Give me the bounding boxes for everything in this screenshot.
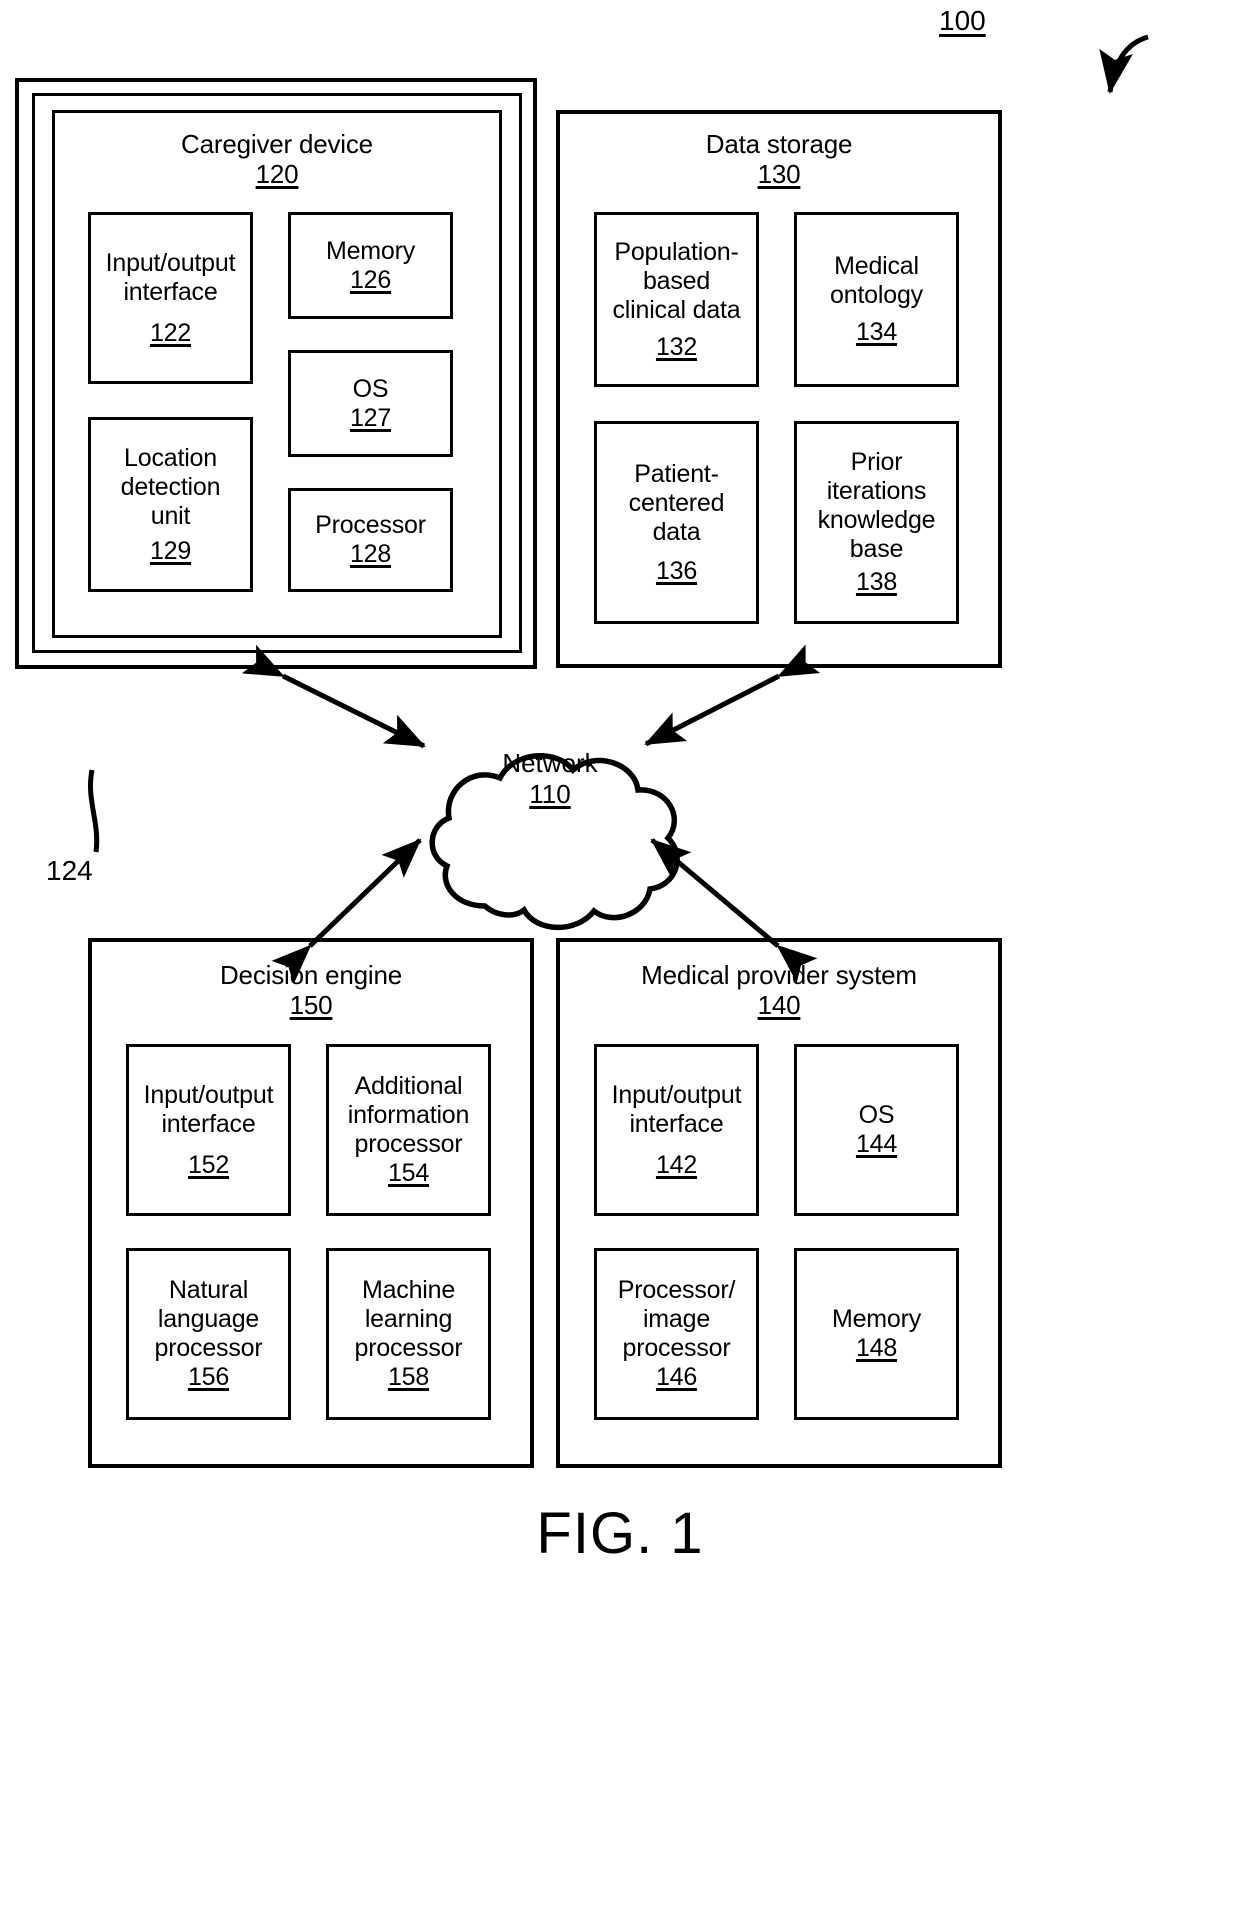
medical-ontology-ref: 134 <box>855 318 898 346</box>
population-clinical-data-label: Population- based clinical data 132 <box>597 238 756 362</box>
bus-ref-number: 124 <box>46 855 93 886</box>
additional-information-processor-label: Additional information processor 154 <box>329 1072 488 1188</box>
arrow-datastorage-network <box>644 644 821 747</box>
patient-centered-data-text: Patient- centered data <box>628 459 725 546</box>
prior-iterations-knowledge-base-ref: 138 <box>855 568 898 596</box>
arrow-caregiver-network <box>241 644 426 749</box>
arrow-decisionengine-network <box>271 838 422 984</box>
machine-learning-processor-ref: 158 <box>387 1363 430 1391</box>
patient-centered-data-label: Patient- centered data 136 <box>597 460 756 586</box>
decision-engine-title-text: Decision engine <box>219 960 402 990</box>
data-storage-title-text: Data storage <box>705 129 853 159</box>
decision-io-interface-ref: 152 <box>187 1150 230 1179</box>
caregiver-device-title-text: Caregiver device <box>181 129 373 159</box>
prior-iterations-knowledge-base-box: Prior iterations knowledge base 138 <box>794 421 959 624</box>
decision-io-interface-box: Input/output interface 152 <box>126 1044 291 1216</box>
provider-os-text: OS <box>858 1101 895 1129</box>
network-ref: 110 <box>529 778 571 809</box>
caregiver-processor-text: Processor <box>315 511 426 539</box>
caregiver-os-text: OS <box>352 374 389 403</box>
provider-os-ref: 144 <box>855 1130 898 1158</box>
provider-memory-text: Memory <box>831 1305 922 1333</box>
caregiver-processor-label: Processor 128 <box>291 511 450 569</box>
caregiver-location-detection-box: Location detection unit 129 <box>88 417 253 592</box>
network-label-text: Network <box>502 748 598 778</box>
natural-language-processor-box: Natural language processor 156 <box>126 1248 291 1420</box>
provider-image-processor-text: Processor/ image processor <box>617 1276 736 1362</box>
caregiver-memory-text: Memory <box>325 236 416 265</box>
caregiver-processor-ref: 128 <box>349 540 392 568</box>
figure-caption: FIG. 1 <box>536 1501 704 1566</box>
caregiver-device-title: Caregiver device 120 <box>52 129 502 189</box>
caregiver-device-ref: 120 <box>255 159 299 190</box>
system-ref-number: 100 <box>939 5 986 36</box>
additional-information-processor-box: Additional information processor 154 <box>326 1044 491 1216</box>
provider-io-interface-box: Input/output interface 142 <box>594 1044 759 1216</box>
data-storage-ref: 130 <box>757 159 801 190</box>
machine-learning-processor-text: Machine learning processor <box>354 1276 463 1362</box>
provider-memory-ref: 148 <box>855 1334 898 1362</box>
additional-information-processor-ref: 154 <box>387 1159 430 1187</box>
machine-learning-processor-label: Machine learning processor 158 <box>329 1276 488 1392</box>
additional-information-processor-text: Additional information processor <box>347 1072 470 1158</box>
medical-provider-system-title: Medical provider system 140 <box>556 960 1002 1020</box>
data-storage-title: Data storage 130 <box>556 129 1002 189</box>
provider-memory-box: Memory 148 <box>794 1248 959 1420</box>
medical-provider-system-ref: 140 <box>757 990 801 1021</box>
caregiver-memory-label: Memory 126 <box>291 237 450 295</box>
provider-io-interface-label: Input/output interface 142 <box>597 1081 756 1180</box>
caregiver-io-interface-text: Input/output interface <box>105 248 236 306</box>
provider-os-label: OS 144 <box>797 1101 956 1159</box>
caregiver-io-interface-label: Input/output interface 122 <box>91 249 250 348</box>
decision-io-interface-text: Input/output interface <box>143 1080 274 1138</box>
figure-page: 100 Caregiver device 120 Input/output in… <box>0 0 1240 1923</box>
provider-io-interface-ref: 142 <box>655 1150 698 1179</box>
medical-ontology-text: Medical ontology <box>830 252 923 309</box>
caregiver-location-detection-ref: 129 <box>149 536 192 565</box>
medical-provider-system-title-text: Medical provider system <box>641 960 917 990</box>
caregiver-memory-box: Memory 126 <box>288 212 453 319</box>
population-clinical-data-ref: 132 <box>655 332 698 361</box>
caregiver-location-detection-text: Location detection unit <box>120 443 221 530</box>
bus-leader-line <box>87 769 100 853</box>
provider-image-processor-ref: 146 <box>655 1363 698 1391</box>
patient-centered-data-ref: 136 <box>655 556 698 585</box>
provider-os-box: OS 144 <box>794 1044 959 1216</box>
provider-image-processor-box: Processor/ image processor 146 <box>594 1248 759 1420</box>
prior-iterations-knowledge-base-text: Prior iterations knowledge base <box>817 448 936 563</box>
system-leader-arrow <box>1099 34 1149 94</box>
decision-engine-ref: 150 <box>289 990 333 1021</box>
population-clinical-data-text: Population- based clinical data <box>612 237 741 324</box>
caregiver-memory-ref: 126 <box>349 265 392 294</box>
natural-language-processor-text: Natural language processor <box>154 1276 263 1362</box>
network-label: Network 110 <box>440 748 660 809</box>
caregiver-io-interface-box: Input/output interface 122 <box>88 212 253 384</box>
caregiver-os-label: OS 127 <box>291 375 450 433</box>
provider-memory-label: Memory 148 <box>797 1305 956 1363</box>
provider-io-interface-text: Input/output interface <box>611 1080 742 1138</box>
caregiver-os-box: OS 127 <box>288 350 453 457</box>
caregiver-processor-box: Processor 128 <box>288 488 453 592</box>
caregiver-io-interface-ref: 122 <box>149 318 192 347</box>
caregiver-os-ref: 127 <box>349 403 392 432</box>
decision-engine-title: Decision engine 150 <box>88 960 534 1020</box>
provider-image-processor-label: Processor/ image processor 146 <box>597 1276 756 1392</box>
prior-iterations-knowledge-base-label: Prior iterations knowledge base 138 <box>797 448 956 597</box>
natural-language-processor-ref: 156 <box>187 1363 230 1391</box>
decision-io-interface-label: Input/output interface 152 <box>129 1081 288 1180</box>
medical-ontology-label: Medical ontology 134 <box>797 252 956 347</box>
population-clinical-data-box: Population- based clinical data 132 <box>594 212 759 387</box>
machine-learning-processor-box: Machine learning processor 158 <box>326 1248 491 1420</box>
medical-ontology-box: Medical ontology 134 <box>794 212 959 387</box>
patient-centered-data-box: Patient- centered data 136 <box>594 421 759 624</box>
caregiver-location-detection-label: Location detection unit 129 <box>91 444 250 566</box>
natural-language-processor-label: Natural language processor 156 <box>129 1276 288 1392</box>
arrow-medicalprovider-network <box>650 838 818 983</box>
